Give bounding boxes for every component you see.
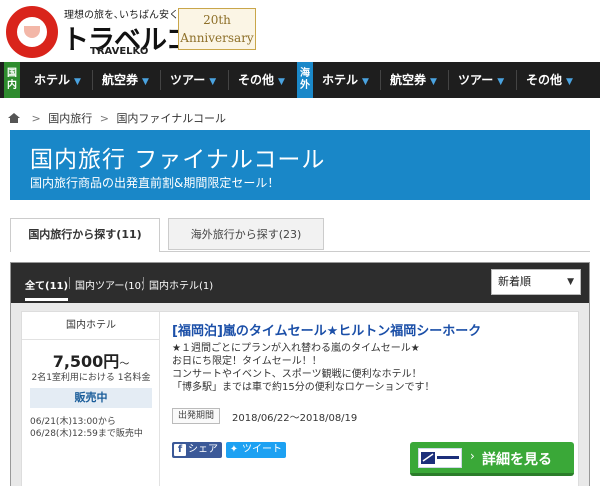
airline-logo-icon [418,448,462,468]
nav-intl-tour[interactable]: ツアー ▼ [458,62,504,98]
logo-seal-icon [6,6,58,58]
nav-domestic-other[interactable]: その他 ▼ [238,62,285,98]
nav-domestic-hotel[interactable]: ホテル ▼ [34,62,81,98]
nav-intl-hotel[interactable]: ホテル ▼ [322,62,369,98]
nav-intl-air[interactable]: 航空券 ▼ [390,62,437,98]
chevron-down-icon: ▼ [209,77,217,87]
domestic-tag: 国内 [4,62,20,98]
breadcrumb-domestic[interactable]: 国内旅行 [48,112,92,125]
filter-tour[interactable]: 国内ツアー(10) [75,277,145,292]
brand-name-en: TRAVELKO [90,46,149,57]
card-price: 7,500円～ [52,352,130,371]
filter-all[interactable]: 全て(11) [25,277,69,301]
anniversary-text: Anniversary [180,31,254,45]
home-icon[interactable] [8,113,20,123]
card-description: ★１週間ごとにプランが入れ替わる嵐のタイムセール★ お日にち限定！タイムセール！… [172,343,435,393]
detail-button[interactable]: › 詳細を見る [410,442,574,476]
main-nav: 国内 ホテル ▼ 航空券 ▼ ツアー ▼ その他 ▼ 海外 ホテル ▼ 航空券 ▼ ツアー ▼… [0,62,600,98]
anniversary-badge: 20th Anniversary [178,8,256,50]
page-banner: 国内旅行 ファイナルコール 国内旅行商品の出発直前割&期間限定セール！ [10,130,590,200]
chevron-down-icon: ▼ [278,77,285,87]
chevron-down-icon: ▼ [142,77,149,87]
card-category: 国内ホテル [22,312,160,340]
chevron-right-icon: › [470,449,475,463]
departure-label: 出発期間 [172,408,221,424]
facebook-icon: f [174,444,186,456]
results-panel: 全て(11) 国内ツアー(10) 国内ホテル(1) 新着順 ▼ 国内ホテル 7,… [10,262,590,486]
chevron-down-icon: ▼ [497,77,505,87]
tab-domestic[interactable]: 国内旅行から探す(11) [10,218,160,252]
twitter-icon: ✦ [229,444,239,455]
chevron-down-icon: ▼ [74,77,81,87]
nav-domestic-air[interactable]: 航空券 ▼ [102,62,149,98]
card-title-link[interactable]: [福岡泊]嵐のタイムセール★ヒルトン福岡シーホーク [172,320,481,339]
sort-select[interactable]: 新着順 ▼ [491,269,581,295]
chevron-down-icon: ▼ [566,77,573,87]
detail-button-label: 詳細を見る [482,452,552,468]
nav-intl-other[interactable]: その他 ▼ [526,62,573,98]
card-summary: 国内ホテル 7,500円～ 2名1室利用における 1名料金 販売中 06/21(… [22,312,160,486]
page-title: 国内旅行 ファイナルコール [30,147,326,173]
anniversary-year: 20th [203,13,231,27]
filter-hotel[interactable]: 国内ホテル(1) [149,277,213,292]
result-card: 国内ホテル 7,500円～ 2名1室利用における 1名料金 販売中 06/21(… [21,311,579,486]
chevron-down-icon: ▼ [430,77,437,87]
nav-domestic-tour[interactable]: ツアー ▼ [170,62,216,98]
chevron-down-icon: ▼ [362,77,369,87]
international-tag: 海外 [297,62,313,98]
status-badge: 販売中 [30,388,152,408]
price-note: 2名1室利用における 1名料金 [31,373,151,383]
dropdown-arrow-icon: ▼ [567,277,574,287]
departure-dates: 2018/06/22～2018/08/19 [232,413,358,424]
breadcrumb-current: 国内ファイナルコール [116,112,226,125]
breadcrumb: > 国内旅行 > 国内ファイナルコール [8,110,226,126]
filter-bar: 全て(11) 国内ツアー(10) 国内ホテル(1) 新着順 ▼ [11,263,589,303]
tab-international[interactable]: 海外旅行から探す(23) [168,218,324,250]
page-subtitle: 国内旅行商品の出発直前割&期間限定セール！ [30,176,280,190]
facebook-share-button[interactable]: f シェア [172,442,222,458]
sale-period: 06/21(木)13:00から 06/28(木)12:59まで販売中 [30,417,143,439]
twitter-share-button[interactable]: ✦ ツイート [226,442,286,458]
site-header: 理想の旅を､いちばん安く｡ トラベルコ TRAVELKO 20th Annive… [0,0,600,60]
